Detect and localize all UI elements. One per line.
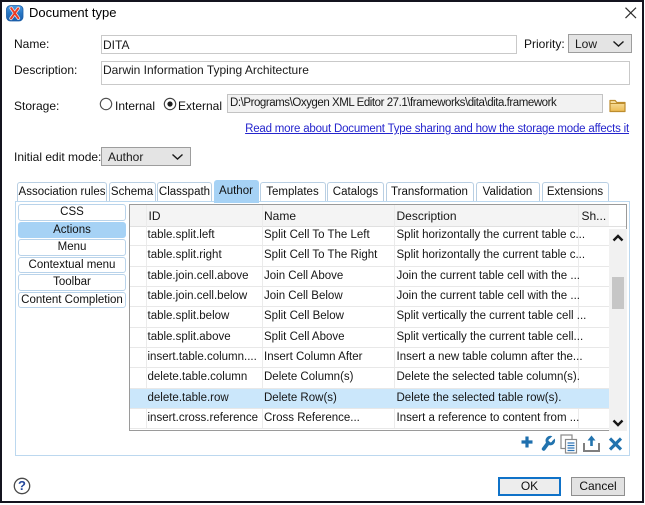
svg-text:?: ? <box>18 478 26 493</box>
